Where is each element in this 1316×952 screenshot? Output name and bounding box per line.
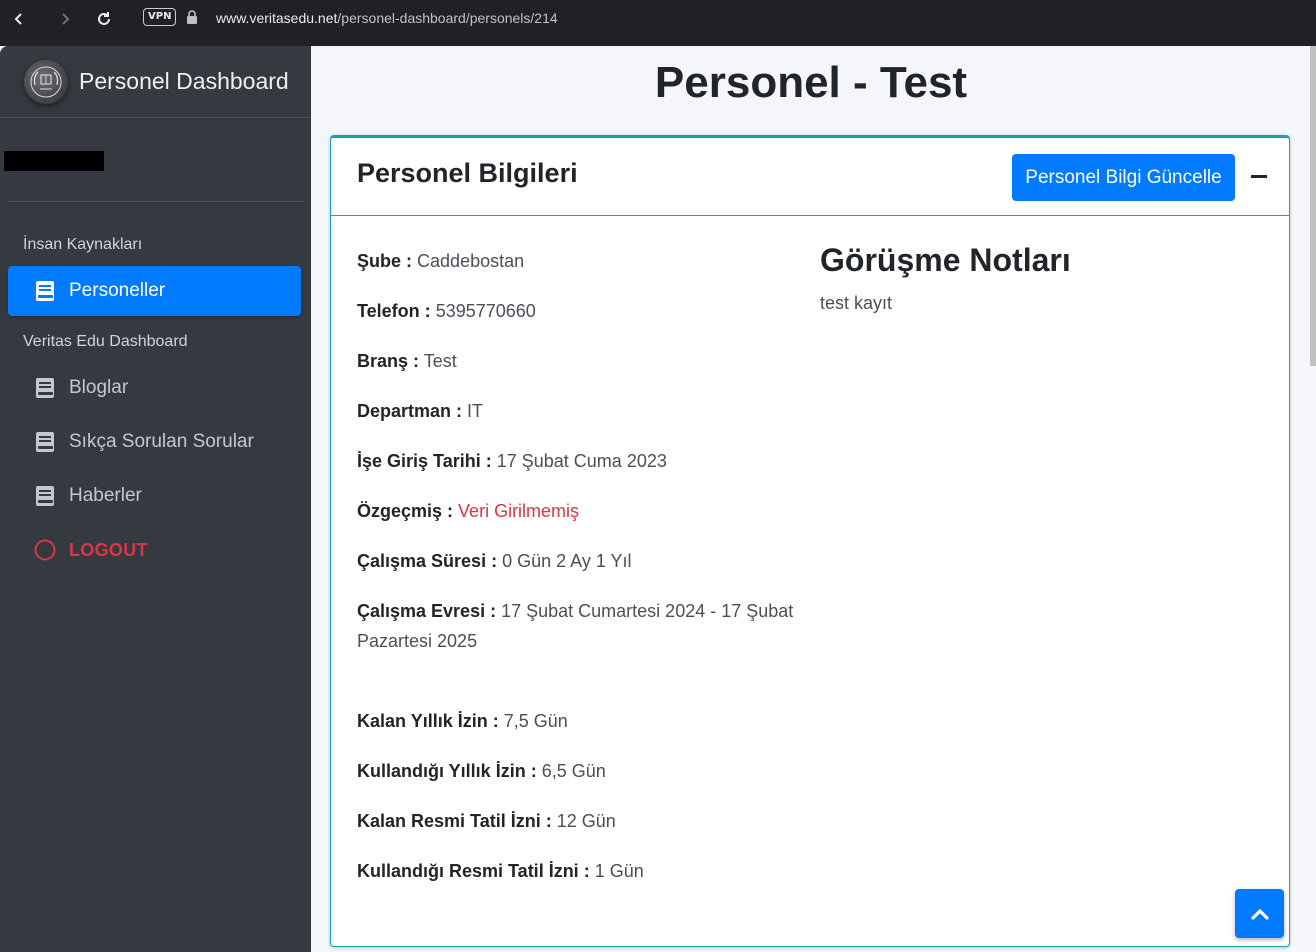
logout-label: LOGOUT: [69, 539, 148, 560]
info-row-kullandigi-resmi: Kullandığı Resmi Tatil İzni : 1 Gün: [357, 856, 807, 886]
field-label: Departman :: [357, 401, 463, 421]
user-panel: [4, 118, 303, 202]
notes-title: Görüşme Notları: [820, 242, 1071, 278]
update-personel-button[interactable]: Personel Bilgi Güncelle: [1012, 154, 1235, 201]
book-icon: [34, 280, 56, 302]
sidebar-item-label: Bloglar: [69, 377, 129, 398]
field-value: 0 Gün 2 Ay 1 Yıl: [502, 551, 632, 571]
reload-icon[interactable]: [92, 7, 116, 31]
sidebar-item-personeller[interactable]: Personeller: [8, 266, 301, 316]
info-row-calisma-evresi: Çalışma Evresi : 17 Şubat Cumartesi 2024…: [357, 596, 807, 656]
info-row-departman: Departman : IT: [357, 396, 807, 426]
field-label: Kullandığı Yıllık İzin :: [357, 761, 537, 781]
field-value: Caddebostan: [417, 251, 525, 271]
sidebar-item-sss[interactable]: Sıkça Sorulan Sorular: [8, 417, 301, 467]
nav-header-hr: İnsan Kaynakları: [23, 236, 143, 253]
info-row-brans: Branş : Test: [357, 346, 807, 376]
scroll-to-top-button[interactable]: [1235, 889, 1284, 938]
minus-icon: [1251, 174, 1267, 178]
field-value: 5395770660: [435, 301, 536, 321]
brand-title: Personel Dashboard: [79, 68, 289, 94]
brand-logo-icon: [24, 59, 68, 104]
field-value: 17 Şubat Cuma 2023: [496, 451, 667, 471]
sidebar-item-label: Personeller: [69, 280, 166, 301]
field-label: Şube :: [357, 251, 413, 271]
lock-icon[interactable]: [186, 10, 198, 29]
field-label: Kalan Resmi Tatil İzni :: [357, 811, 552, 831]
field-label: Çalışma Evresi :: [357, 601, 497, 621]
info-row-kullandigi-yillik: Kullandığı Yıllık İzin : 6,5 Gün: [357, 756, 807, 786]
address-bar[interactable]: www.veritasedu.net/personel-dashboard/pe…: [216, 10, 558, 26]
field-value: 7,5 Gün: [503, 711, 568, 731]
sidebar-item-label: Haberler: [69, 485, 142, 506]
nav-header-dashboard: Veritas Edu Dashboard: [23, 333, 188, 350]
field-value: 1 Gün: [594, 861, 644, 881]
field-label: Özgeçmiş :: [357, 501, 454, 521]
field-value: 6,5 Gün: [541, 761, 606, 781]
page-title: Personel - Test: [654, 58, 968, 107]
forward-icon[interactable]: [53, 7, 77, 31]
info-row-calisma-suresi: Çalışma Süresi : 0 Gün 2 Ay 1 Yıl: [357, 546, 807, 576]
notes-section: Görüşme Notları test kayıt: [820, 242, 1260, 314]
field-value: Veri Girilmemiş: [458, 501, 580, 521]
info-row-kalan-yillik: Kalan Yıllık İzin : 7,5 Gün: [357, 706, 807, 736]
page-scrollbar[interactable]: [1310, 46, 1316, 366]
sidebar-item-label: Sıkça Sorulan Sorular: [69, 431, 254, 452]
card-title: Personel Bilgileri: [357, 158, 578, 188]
book-icon: [34, 431, 56, 453]
field-value: 12 Gün: [556, 811, 616, 831]
vpn-badge[interactable]: VPN: [143, 8, 177, 26]
card-header: Personel Bilgileri Personel Bilgi Güncel…: [331, 138, 1289, 216]
user-name-redacted[interactable]: [4, 151, 104, 171]
main-content: Personel - Test Personel Bilgileri Perso…: [311, 46, 1316, 952]
circle-icon: [34, 539, 56, 561]
url-path: /personel-dashboard/personels/214: [337, 10, 558, 26]
field-value: Test: [423, 351, 457, 371]
book-icon: [34, 485, 56, 507]
browser-strip: [0, 38, 1316, 46]
field-label: Kullandığı Resmi Tatil İzni :: [357, 861, 590, 881]
field-label: Kalan Yıllık İzin :: [357, 711, 499, 731]
brand-link[interactable]: Personel Dashboard: [0, 46, 311, 118]
browser-toolbar: VPN www.veritasedu.net/personel-dashboar…: [0, 0, 1316, 38]
field-label: İşe Giriş Tarihi :: [357, 451, 492, 471]
info-row-kalan-resmi: Kalan Resmi Tatil İzni : 12 Gün: [357, 806, 807, 836]
info-row-sube: Şube : Caddebostan: [357, 246, 807, 276]
field-label: Branş :: [357, 351, 420, 371]
sidebar: Personel Dashboard İnsan Kaynakları Pers…: [0, 46, 311, 952]
back-icon[interactable]: [7, 7, 31, 31]
logout-link[interactable]: LOGOUT: [8, 525, 301, 575]
chevron-up-icon: [1250, 908, 1269, 920]
info-row-ise-giris: İşe Giriş Tarihi : 17 Şubat Cuma 2023: [357, 446, 807, 476]
book-icon: [34, 377, 56, 399]
sidebar-item-bloglar[interactable]: Bloglar: [8, 363, 301, 413]
info-list: Şube : Caddebostan Telefon : 5395770660 …: [357, 246, 807, 906]
field-label: Çalışma Süresi :: [357, 551, 498, 571]
url-host: www.veritasedu.net: [216, 10, 338, 26]
collapse-card-button[interactable]: [1246, 163, 1272, 189]
info-row-telefon: Telefon : 5395770660: [357, 296, 807, 326]
info-row-ozgecmis: Özgeçmiş : Veri Girilmemiş: [357, 496, 807, 526]
notes-text: test kayıt: [820, 293, 893, 313]
field-value: IT: [467, 401, 484, 421]
sidebar-item-haberler[interactable]: Haberler: [8, 471, 301, 521]
personel-info-card: Personel Bilgileri Personel Bilgi Güncel…: [330, 135, 1290, 947]
field-label: Telefon :: [357, 301, 431, 321]
